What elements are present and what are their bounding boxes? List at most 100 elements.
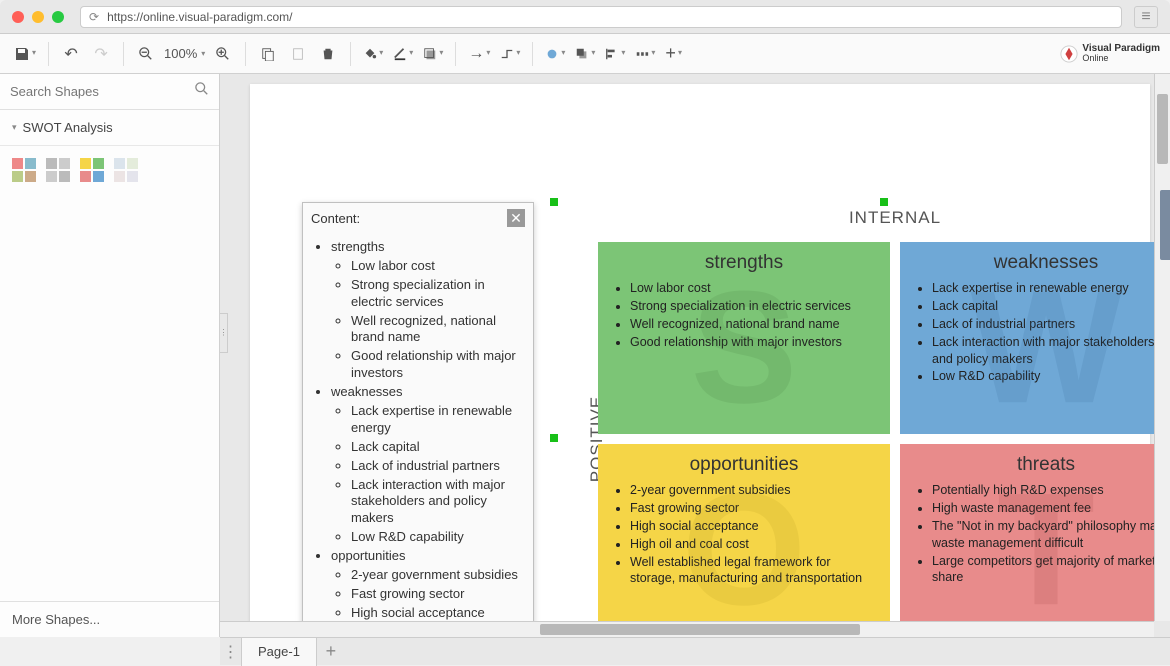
sidebar-collapse-handle[interactable]: ⋮	[220, 313, 228, 353]
swot-item: Low labor cost	[630, 280, 876, 297]
close-icon[interactable]: ✕	[507, 209, 525, 227]
browser-menu-button[interactable]: ≡	[1134, 6, 1158, 28]
canvas-area: Content: ✕ strengthsLow labor costStrong…	[220, 74, 1170, 637]
content-panel-title: Content:	[311, 211, 360, 226]
outline-item[interactable]: Lack interaction with major stakeholders…	[351, 477, 525, 528]
swot-item: Well established legal framework for sto…	[630, 554, 876, 588]
outline-item[interactable]: Strong specialization in electric servic…	[351, 277, 525, 311]
scrollbar-thumb[interactable]	[540, 624, 860, 635]
horizontal-scrollbar[interactable]	[220, 621, 1154, 637]
swot-opportunities-box[interactable]: O opportunities 2-year government subsid…	[598, 444, 890, 621]
delete-button[interactable]	[314, 40, 342, 68]
align-button[interactable]	[601, 40, 629, 68]
outline-section[interactable]: weaknessesLack expertise in renewable en…	[331, 384, 525, 546]
outline-section[interactable]: opportunities2-year government subsidies…	[331, 548, 525, 621]
redo-button: ↷	[87, 40, 115, 68]
swot-strengths-title: strengths	[612, 252, 876, 274]
outline-item[interactable]: 2-year government subsidies	[351, 567, 525, 584]
page-tabs: ⋮ Page-1 +	[220, 637, 1170, 665]
browser-chrome: ⟳ https://online.visual-paradigm.com/ ≡	[0, 0, 1170, 34]
distribute-button[interactable]	[631, 40, 659, 68]
outline-item[interactable]: High social acceptance	[351, 605, 525, 621]
format-panel-expand-handle[interactable]	[1160, 190, 1170, 260]
zoom-level[interactable]: 100%	[160, 46, 209, 61]
save-button[interactable]	[10, 40, 40, 68]
search-input[interactable]	[10, 84, 195, 99]
line-color-button[interactable]	[389, 40, 417, 68]
swot-weaknesses-box[interactable]: W weaknesses Lack expertise in renewable…	[900, 242, 1154, 434]
copy-button[interactable]	[254, 40, 282, 68]
undo-button[interactable]: ↶	[57, 40, 85, 68]
add-page-button[interactable]: +	[317, 638, 345, 666]
swot-shape-1[interactable]	[12, 158, 36, 182]
outline-section[interactable]: strengthsLow labor costStrong specializa…	[331, 239, 525, 382]
selection-handle[interactable]	[550, 434, 558, 442]
paste-button	[284, 40, 312, 68]
content-panel-body[interactable]: strengthsLow labor costStrong specializa…	[303, 233, 533, 621]
swot-item: Fast growing sector	[630, 500, 876, 517]
add-button[interactable]: +	[661, 40, 686, 68]
swot-item: The "Not in my backyard" philosophy make…	[932, 518, 1154, 552]
swot-shape-3[interactable]	[80, 158, 104, 182]
swot-shape-4[interactable]	[114, 158, 138, 182]
content-panel-header: Content: ✕	[303, 203, 533, 233]
zoom-out-button[interactable]	[132, 40, 160, 68]
app-toolbar: ↶ ↷ 100% → + Visual ParadigmOnline	[0, 34, 1170, 74]
selection-handle[interactable]	[550, 198, 558, 206]
canvas-viewport[interactable]: Content: ✕ strengthsLow labor costStrong…	[220, 74, 1154, 621]
outline-item[interactable]: Fast growing sector	[351, 586, 525, 603]
swot-item: Large competitors get majority of market…	[932, 553, 1154, 587]
tab-page-1[interactable]: Page-1	[242, 638, 317, 666]
swot-weaknesses-title: weaknesses	[914, 252, 1154, 274]
more-shapes-button[interactable]: More Shapes...	[0, 601, 219, 637]
outline-item[interactable]: Lack capital	[351, 439, 525, 456]
brand-logo[interactable]: Visual ParadigmOnline	[1060, 44, 1160, 63]
search-icon[interactable]	[195, 82, 209, 101]
sidebar: SWOT Analysis More Shapes...	[0, 74, 220, 637]
palette-header[interactable]: SWOT Analysis	[0, 110, 219, 146]
workspace: SWOT Analysis More Shapes... Content: ✕ …	[0, 74, 1170, 637]
outline-item[interactable]: Low R&D capability	[351, 529, 525, 546]
swot-label-internal: INTERNAL	[849, 208, 941, 228]
outline-item[interactable]: Well recognized, national brand name	[351, 313, 525, 347]
tab-drag-handle[interactable]: ⋮	[220, 638, 242, 666]
zoom-in-button[interactable]	[209, 40, 237, 68]
swot-item: Lack interaction with major stakeholders…	[932, 334, 1154, 368]
swot-item: Well recognized, national brand name	[630, 316, 876, 333]
outline-item[interactable]: Lack of industrial partners	[351, 458, 525, 475]
scrollbar-thumb[interactable]	[1157, 94, 1168, 164]
swot-item: Lack capital	[932, 298, 1154, 315]
vertical-scrollbar[interactable]	[1154, 74, 1170, 621]
outline-item[interactable]: Lack expertise in renewable energy	[351, 403, 525, 437]
shadow-button[interactable]	[419, 40, 447, 68]
minimize-window[interactable]	[32, 11, 44, 23]
maximize-window[interactable]	[52, 11, 64, 23]
outline-item[interactable]: Good relationship with major investors	[351, 348, 525, 382]
selection-handle[interactable]	[880, 198, 888, 206]
url-text: https://online.visual-paradigm.com/	[107, 10, 292, 24]
address-bar[interactable]: ⟳ https://online.visual-paradigm.com/	[80, 6, 1122, 28]
fill-color-button[interactable]	[359, 40, 387, 68]
swot-strengths-box[interactable]: S strengths Low labor costStrong special…	[598, 242, 890, 434]
swot-threats-box[interactable]: T threats Potentially high R&D expensesH…	[900, 444, 1154, 621]
swot-shape-2[interactable]	[46, 158, 70, 182]
swot-item: High waste management fee	[932, 500, 1154, 517]
swot-item: Good relationship with major investors	[630, 334, 876, 351]
swot-diagram[interactable]: INTERNAL EXTERNAL POSITIVE NEGATIVE S st…	[570, 214, 1154, 621]
window-controls	[12, 11, 64, 23]
canvas-paper[interactable]: Content: ✕ strengthsLow labor costStrong…	[250, 84, 1150, 621]
connector-button[interactable]: →	[464, 40, 494, 68]
waypoint-button[interactable]	[496, 40, 524, 68]
reload-icon[interactable]: ⟳	[89, 10, 99, 24]
outline-item[interactable]: Low labor cost	[351, 258, 525, 275]
shape-palette	[0, 146, 219, 194]
swot-item: Lack expertise in renewable energy	[932, 280, 1154, 297]
close-window[interactable]	[12, 11, 24, 23]
arrange-front-button[interactable]	[571, 40, 599, 68]
swot-item: 2-year government subsidies	[630, 482, 876, 499]
swot-item: Potentially high R&D expenses	[932, 482, 1154, 499]
style-preset-button[interactable]	[541, 40, 569, 68]
search-shapes-row	[0, 74, 219, 110]
content-outline-panel[interactable]: Content: ✕ strengthsLow labor costStrong…	[302, 202, 534, 621]
swot-item: High social acceptance	[630, 518, 876, 535]
